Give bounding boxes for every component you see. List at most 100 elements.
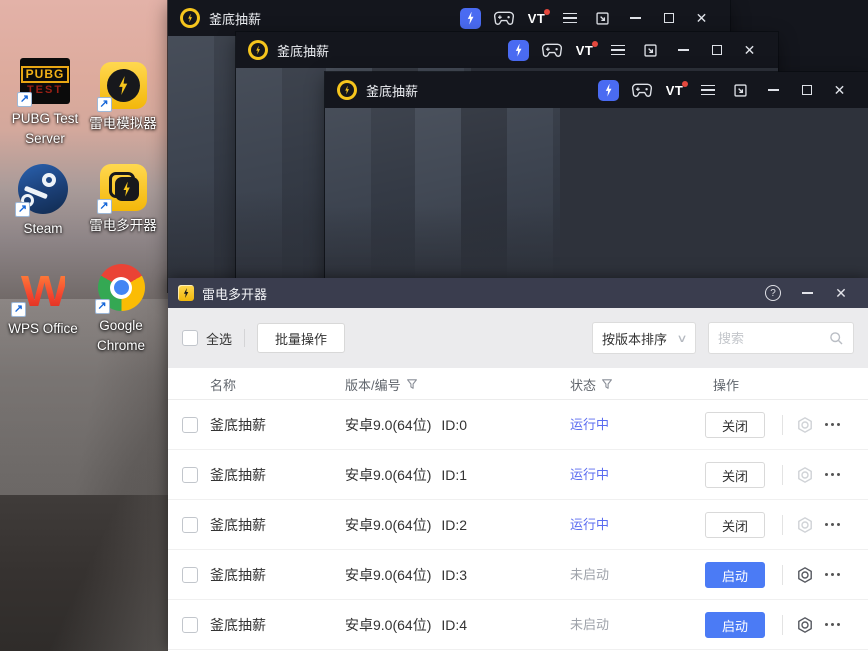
maximize-icon[interactable] bbox=[790, 72, 823, 108]
minimize-icon[interactable] bbox=[790, 278, 824, 308]
sort-dropdown[interactable]: 按版本排序 ∨ bbox=[592, 322, 696, 354]
loading-pattern bbox=[325, 108, 560, 286]
pubg-icon-text: PUBG bbox=[20, 65, 70, 84]
multiplayer-titlebar[interactable]: 雷电多开器 ? ✕ bbox=[168, 278, 868, 308]
instance-status: 运行中 bbox=[570, 517, 610, 532]
start-instance-button[interactable]: 启动 bbox=[705, 612, 765, 638]
close-icon[interactable]: ✕ bbox=[824, 278, 858, 308]
help-icon[interactable]: ? bbox=[756, 278, 790, 308]
shortcut-arrow-icon: ↗ bbox=[15, 202, 30, 217]
header-action: 操作 bbox=[713, 377, 740, 393]
emulator-titlebar[interactable]: 釜底抽薪 VT ✕ bbox=[236, 32, 778, 68]
close-icon[interactable]: ✕ bbox=[733, 32, 766, 68]
menu-icon[interactable] bbox=[601, 32, 634, 68]
icon-label: Steam bbox=[23, 221, 63, 236]
ldplayer-logo-icon bbox=[337, 80, 357, 100]
instance-name: 釜底抽薪 bbox=[210, 467, 266, 483]
window-title: 釜底抽薪 bbox=[366, 83, 419, 99]
minimize-icon[interactable] bbox=[619, 0, 652, 36]
gamepad-icon[interactable] bbox=[535, 32, 568, 68]
popout-icon[interactable] bbox=[724, 72, 757, 108]
close-icon[interactable]: ✕ bbox=[685, 0, 718, 36]
select-all-label: 全选 bbox=[206, 331, 233, 347]
close-instance-button[interactable]: 关闭 bbox=[705, 462, 765, 488]
instance-name: 釜底抽薪 bbox=[210, 617, 266, 633]
emulator-titlebar[interactable]: 釜底抽薪 VT ✕ bbox=[168, 0, 730, 36]
row-checkbox[interactable] bbox=[182, 517, 198, 533]
instance-status: 运行中 bbox=[570, 467, 610, 482]
row-checkbox[interactable] bbox=[182, 417, 198, 433]
more-options-icon[interactable] bbox=[825, 473, 840, 476]
settings-gear-icon[interactable] bbox=[796, 416, 814, 434]
icon-label: 雷电多开器 bbox=[89, 218, 157, 233]
window-title: 雷电多开器 bbox=[202, 286, 268, 302]
vt-icon[interactable]: VT bbox=[568, 32, 601, 68]
shortcut-arrow-icon: ↗ bbox=[96, 199, 112, 214]
desktop-icon-wps-office[interactable]: ↗ WPS Office bbox=[0, 268, 86, 339]
header-name: 名称 bbox=[210, 377, 237, 393]
maximize-icon[interactable] bbox=[700, 32, 733, 68]
maximize-icon[interactable] bbox=[652, 0, 685, 36]
row-checkbox[interactable] bbox=[182, 467, 198, 483]
menu-icon[interactable] bbox=[691, 72, 724, 108]
close-icon[interactable]: ✕ bbox=[823, 72, 856, 108]
search-field[interactable] bbox=[708, 322, 854, 354]
row-checkbox[interactable] bbox=[182, 567, 198, 583]
vt-icon[interactable]: VT bbox=[658, 72, 691, 108]
instance-name: 釜底抽薪 bbox=[210, 417, 266, 433]
desktop-icon-steam[interactable]: ↗ Steam bbox=[0, 164, 86, 239]
table-row: 釜底抽薪 安卓9.0(64位) ID:3 未启动 启动 bbox=[168, 550, 868, 600]
multiplayer-window: 雷电多开器 ? ✕ 全选 批量操作 按版本排序 ∨ 名称 版本/ bbox=[168, 278, 868, 651]
menu-icon[interactable] bbox=[553, 0, 586, 36]
instance-version: 安卓9.0(64位) bbox=[345, 517, 432, 533]
window-title: 釜底抽薪 bbox=[209, 11, 262, 27]
more-options-icon[interactable] bbox=[825, 523, 840, 526]
boost-icon[interactable] bbox=[502, 32, 535, 68]
gamepad-icon[interactable] bbox=[487, 0, 520, 36]
more-options-icon[interactable] bbox=[825, 423, 840, 426]
start-instance-button[interactable]: 启动 bbox=[705, 562, 765, 588]
app-icon bbox=[178, 285, 194, 301]
desktop-icon-pubg-test-server[interactable]: PUBG TEST ↗ PUBG Test Server bbox=[2, 58, 88, 150]
minimize-icon[interactable] bbox=[667, 32, 700, 68]
more-options-icon[interactable] bbox=[825, 573, 840, 576]
divider bbox=[782, 615, 783, 635]
divider bbox=[782, 415, 783, 435]
settings-gear-icon[interactable] bbox=[796, 566, 814, 584]
search-input[interactable] bbox=[718, 330, 829, 346]
window-title: 釜底抽薪 bbox=[277, 43, 330, 59]
boost-icon[interactable] bbox=[454, 0, 487, 36]
settings-gear-icon[interactable] bbox=[796, 616, 814, 634]
emulator-window-3: 釜底抽薪 VT ✕ bbox=[325, 72, 868, 286]
pubg-icon-subtext: TEST bbox=[26, 84, 64, 97]
instance-version: 安卓9.0(64位) bbox=[345, 417, 432, 433]
minimize-icon[interactable] bbox=[757, 72, 790, 108]
emulator-titlebar[interactable]: 釜底抽薪 VT ✕ bbox=[325, 72, 868, 108]
icon-label: PUBG Test bbox=[11, 111, 79, 126]
row-checkbox[interactable] bbox=[182, 617, 198, 633]
ldplayer-logo-icon bbox=[180, 8, 200, 28]
close-instance-button[interactable]: 关闭 bbox=[705, 512, 765, 538]
select-all-checkbox[interactable] bbox=[182, 330, 198, 346]
table-row: 釜底抽薪 安卓9.0(64位) ID:4 未启动 启动 bbox=[168, 600, 868, 650]
desktop-icon-ld-multiplayer[interactable]: ↗ 雷电多开器 bbox=[80, 164, 166, 236]
desktop-icon-ldplayer[interactable]: ↗ 雷电模拟器 bbox=[80, 62, 166, 134]
shortcut-arrow-icon: ↗ bbox=[11, 302, 26, 317]
filter-icon[interactable] bbox=[406, 378, 418, 390]
vt-icon[interactable]: VT bbox=[520, 0, 553, 36]
batch-operations-button[interactable]: 批量操作 bbox=[257, 323, 346, 353]
close-instance-button[interactable]: 关闭 bbox=[705, 412, 765, 438]
settings-gear-icon[interactable] bbox=[796, 466, 814, 484]
more-options-icon[interactable] bbox=[825, 623, 840, 626]
popout-icon[interactable] bbox=[586, 0, 619, 36]
search-icon bbox=[830, 331, 843, 344]
table-row: 釜底抽薪 安卓9.0(64位) ID:0 运行中 关闭 bbox=[168, 400, 868, 450]
gamepad-icon[interactable] bbox=[625, 72, 658, 108]
desktop-icon-google-chrome[interactable]: ↗ Google Chrome bbox=[78, 264, 164, 357]
notification-dot bbox=[544, 9, 550, 15]
instance-status: 未启动 bbox=[570, 567, 610, 582]
filter-icon[interactable] bbox=[601, 378, 613, 390]
boost-icon[interactable] bbox=[592, 72, 625, 108]
settings-gear-icon[interactable] bbox=[796, 516, 814, 534]
popout-icon[interactable] bbox=[634, 32, 667, 68]
